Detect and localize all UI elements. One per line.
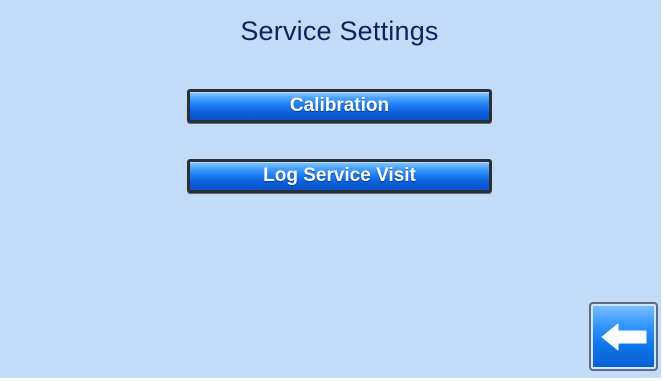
service-settings-screen: Service Settings Calibration Log Service… xyxy=(0,0,663,381)
calibration-button-label: Calibration xyxy=(289,95,390,116)
page-title: Service Settings xyxy=(240,16,439,46)
log-service-visit-button-label: Log Service Visit xyxy=(263,165,416,186)
calibration-button[interactable]: Calibration xyxy=(187,89,492,123)
arrow-left-icon xyxy=(601,323,647,351)
back-button[interactable] xyxy=(589,302,658,371)
log-service-visit-button[interactable]: Log Service Visit xyxy=(187,159,492,193)
